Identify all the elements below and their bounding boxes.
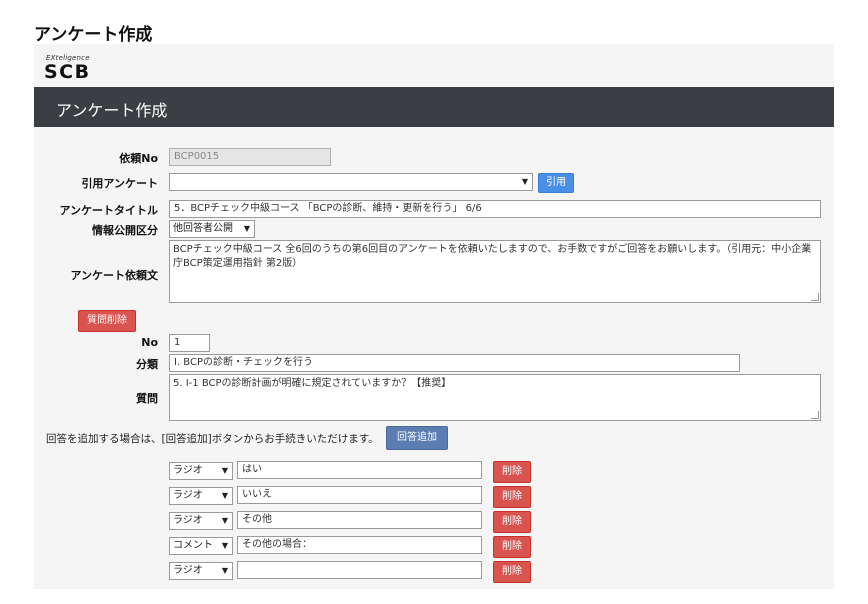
- answer-type-value: ラジオ: [173, 565, 203, 576]
- answer-type-value: ラジオ: [173, 490, 203, 501]
- resize-handle-icon[interactable]: [811, 293, 819, 301]
- add-answer-hint: 回答を追加する場合は、[回答追加]ボタンからお手続きいただけます。: [46, 433, 379, 445]
- dropdown-arrow-icon: ▼: [521, 177, 528, 186]
- answer-text-input[interactable]: [237, 561, 482, 579]
- resize-handle-icon[interactable]: [811, 411, 819, 419]
- survey-title-input[interactable]: 5．BCPチェック中級コース 「BCPの診断、維持・更新を行う」 6/6: [169, 200, 821, 218]
- category-input[interactable]: Ⅰ. BCPの診断・チェックを行う: [169, 354, 740, 372]
- answer-type-select[interactable]: ラジオ ▼: [169, 562, 233, 580]
- answer-type-value: ラジオ: [173, 515, 203, 526]
- add-answer-button[interactable]: 回答追加: [386, 426, 448, 450]
- dropdown-arrow-icon: ▼: [221, 566, 228, 575]
- answer-type-select[interactable]: ラジオ ▼: [169, 512, 233, 530]
- question-label: 質問: [136, 392, 158, 405]
- answer-list: ラジオ ▼ はい 削除 ラジオ ▼ いいえ 削除 ラジオ ▼ その他 削除 コメント ▼…: [34, 460, 834, 585]
- answer-text-input[interactable]: いいえ: [237, 486, 482, 504]
- delete-answer-button[interactable]: 削除: [493, 536, 531, 558]
- info-disclosure-select[interactable]: 他回答者公開 ▼: [169, 220, 255, 238]
- delete-answer-button[interactable]: 削除: [493, 461, 531, 483]
- dropdown-arrow-icon: ▼: [221, 541, 228, 550]
- info-disclosure-label: 情報公開区分: [92, 224, 158, 237]
- request-text-content: BCPチェック中級コース 全6回のうちの第6回目のアンケートを依頼いたしますので…: [173, 244, 812, 269]
- question-area[interactable]: 5. Ⅰ-1 BCPの診断計画が明確に規定されていますか？【推奨】: [169, 374, 821, 421]
- request-text-area[interactable]: BCPチェック中級コース 全6回のうちの第6回目のアンケートを依頼いたしますので…: [169, 240, 821, 303]
- answer-type-value: コメント: [173, 540, 213, 551]
- category-label: 分類: [136, 358, 158, 371]
- answer-type-select[interactable]: ラジオ ▼: [169, 487, 233, 505]
- dropdown-arrow-icon: ▼: [221, 516, 228, 525]
- header-title: アンケート作成: [56, 101, 168, 120]
- dropdown-arrow-icon: ▼: [221, 466, 228, 475]
- request-no-label: 依頼No: [119, 152, 158, 165]
- cited-survey-label: 引用アンケート: [81, 177, 158, 190]
- answer-type-value: ラジオ: [173, 465, 203, 476]
- answer-type-select[interactable]: ラジオ ▼: [169, 462, 233, 480]
- cite-button[interactable]: 引用: [538, 173, 574, 193]
- info-disclosure-value: 他回答者公開: [173, 223, 233, 234]
- no-input[interactable]: 1: [169, 334, 210, 352]
- dropdown-arrow-icon: ▼: [221, 491, 228, 500]
- survey-panel: EXteligence SCB アンケート作成 依頼No BCP0015 引用ア…: [34, 44, 834, 589]
- survey-title-label: アンケートタイトル: [59, 204, 158, 217]
- dropdown-arrow-icon: ▼: [243, 224, 250, 233]
- page-title: アンケート作成: [34, 25, 153, 45]
- answer-text-input[interactable]: その他: [237, 511, 482, 529]
- answer-type-select[interactable]: コメント ▼: [169, 537, 233, 555]
- delete-answer-button[interactable]: 削除: [493, 561, 531, 583]
- request-no-field: BCP0015: [169, 148, 331, 166]
- question-content: 5. Ⅰ-1 BCPの診断計画が明確に規定されていますか？【推奨】: [173, 378, 452, 389]
- answer-text-input[interactable]: その他の場合：: [237, 536, 482, 554]
- answer-text-input[interactable]: はい: [237, 461, 482, 479]
- logo: SCB: [44, 61, 91, 83]
- delete-answer-button[interactable]: 削除: [493, 486, 531, 508]
- delete-question-button[interactable]: 質問削除: [78, 310, 136, 332]
- header-bar: アンケート作成: [34, 87, 834, 127]
- cited-survey-select[interactable]: ▼: [169, 173, 533, 191]
- request-text-label: アンケート依頼文: [70, 269, 158, 282]
- delete-answer-button[interactable]: 削除: [493, 511, 531, 533]
- no-label: No: [141, 336, 158, 349]
